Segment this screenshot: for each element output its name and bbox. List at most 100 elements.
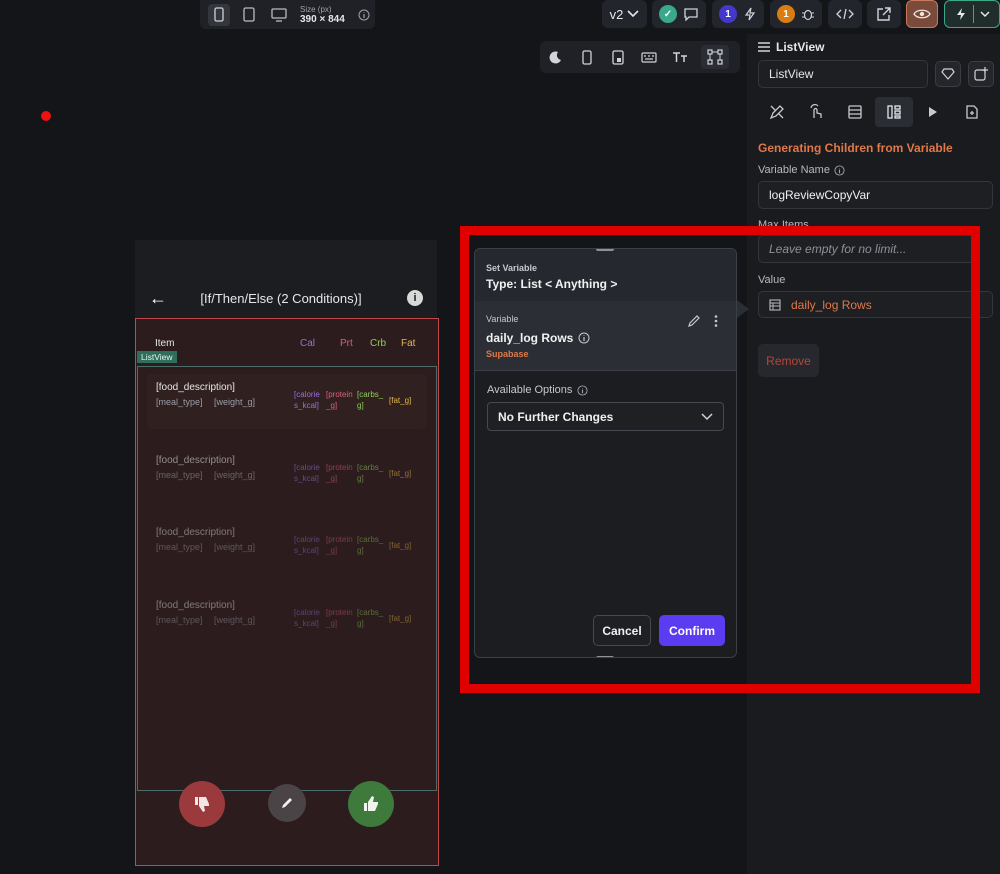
tab-generate-children[interactable] [875,97,913,127]
external-link-icon [877,7,891,21]
edit-button[interactable] [268,784,306,822]
tab-backend-query[interactable] [836,97,874,127]
tab-properties[interactable] [758,97,796,127]
tree-view-button[interactable] [701,45,729,69]
carbs: [carbs_ g] [357,390,384,410]
keyboard-button[interactable] [633,45,664,69]
check-icon: ✓ [659,5,677,23]
chevron-down-icon [701,412,713,420]
run-button[interactable] [944,0,1000,28]
widget-name-field[interactable]: ListView [758,60,928,88]
header-prt: Prt [340,338,353,349]
preview-button[interactable] [906,0,938,28]
info-icon[interactable]: i [407,290,423,306]
pencil-ruler-icon [769,105,784,120]
bug-icon [802,9,814,21]
dropdown-value: No Further Changes [498,409,614,424]
warnings-group[interactable]: 1 [770,0,822,28]
desktop-device-button[interactable] [268,4,290,26]
header-cal: Cal [300,338,316,349]
thumbs-down-icon [195,797,209,812]
chat-icon [684,8,698,21]
warning-count-badge: 1 [777,5,795,23]
more-vert-icon[interactable] [713,314,719,328]
info-icon[interactable] [578,332,590,344]
food-description: [food_description] [156,455,235,466]
table-icon [769,298,781,311]
text-size-icon [672,52,687,62]
edit-icon[interactable] [687,314,701,328]
eye-icon [913,9,931,19]
set-variable-label: Set Variable [486,263,538,273]
diamond-button[interactable] [935,61,961,87]
phone-icon [581,49,592,65]
list-item[interactable]: [food_description] [meal_type] [weight_g… [147,592,427,647]
info-icon[interactable] [577,384,588,396]
code-button[interactable] [828,0,862,28]
code-icon [836,8,854,20]
thumbs-down-button[interactable] [179,781,225,827]
header-crb: Crb [370,338,387,349]
device-frame-button[interactable] [571,45,602,69]
weight: [weight_g] [214,615,256,625]
list-item[interactable]: [food_description] [meal_type] [weight_g… [147,519,427,574]
tab-notes[interactable] [953,97,991,127]
tab-actions[interactable] [797,97,835,127]
phone-device-button[interactable] [208,3,230,26]
add-component-icon [974,67,988,81]
value-text: daily_log Rows [791,297,872,312]
variable-name-field[interactable]: logReviewCopyVar [758,181,993,209]
errors-group[interactable]: 1 [712,0,764,28]
device-frame-icon [611,49,624,65]
list-item[interactable]: [food_description] [meal_type] [weight_g… [147,374,427,429]
options-dropdown[interactable]: No Further Changes [487,402,724,431]
error-count-badge: 1 [719,5,737,23]
fat: [fat_g] [389,541,412,550]
desktop-icon [271,7,287,22]
remove-button[interactable]: Remove [758,344,819,377]
protein: [protein _g] [326,463,353,483]
food-description: [food_description] [156,382,235,393]
thumbs-up-button[interactable] [348,781,394,827]
section-title: Generating Children from Variable [758,141,953,155]
max-items-label: Max Items [758,219,809,231]
weight: [weight_g] [214,397,256,407]
fat: [fat_g] [389,469,412,478]
page-title: [If/Then/Else (2 Conditions)] [200,290,362,306]
size-info-button[interactable] [353,4,375,26]
protein: [protein _g] [326,608,353,628]
list-item[interactable]: [food_description] [meal_type] [weight_g… [147,447,427,502]
convert-component-button[interactable] [968,61,994,87]
set-variable-dialog: Set Variable Type: List < Anything > Var… [474,248,737,658]
open-external-button[interactable] [867,0,901,28]
text-scale-button[interactable] [664,45,695,69]
status-chat-group[interactable]: ✓ [652,0,706,28]
chevron-down-icon [627,10,639,18]
value-field[interactable]: daily_log Rows [758,291,993,318]
version-dropdown[interactable]: v2 [602,0,647,28]
protein: [protein _g] [326,535,353,555]
max-items-field[interactable]: Leave empty for no limit... [758,235,980,263]
version-label: v2 [609,6,624,22]
drag-handle[interactable] [596,249,614,251]
confirm-button[interactable]: Confirm [659,615,725,646]
tablet-device-button[interactable] [238,4,260,26]
info-icon[interactable] [834,164,845,176]
safe-area-button[interactable] [602,45,633,69]
listview-outline[interactable] [137,366,437,791]
dark-mode-button[interactable] [540,45,571,69]
database-icon [848,105,862,119]
canvas-toolbar [540,41,740,73]
meal-type: [meal_type] [156,397,203,407]
touch-icon [810,104,822,118]
variable-section[interactable]: Variable daily_log Rows Supabase [475,301,736,371]
note-add-icon [966,105,978,119]
variable-label: Variable [486,314,519,324]
properties-panel [747,34,1000,874]
cancel-button[interactable]: Cancel [593,615,651,646]
calories: [calorie s_kcal] [294,535,320,555]
tab-animations[interactable] [914,97,952,127]
food-description: [food_description] [156,600,235,611]
diamond-icon [941,68,955,80]
resize-handle[interactable] [596,656,614,657]
